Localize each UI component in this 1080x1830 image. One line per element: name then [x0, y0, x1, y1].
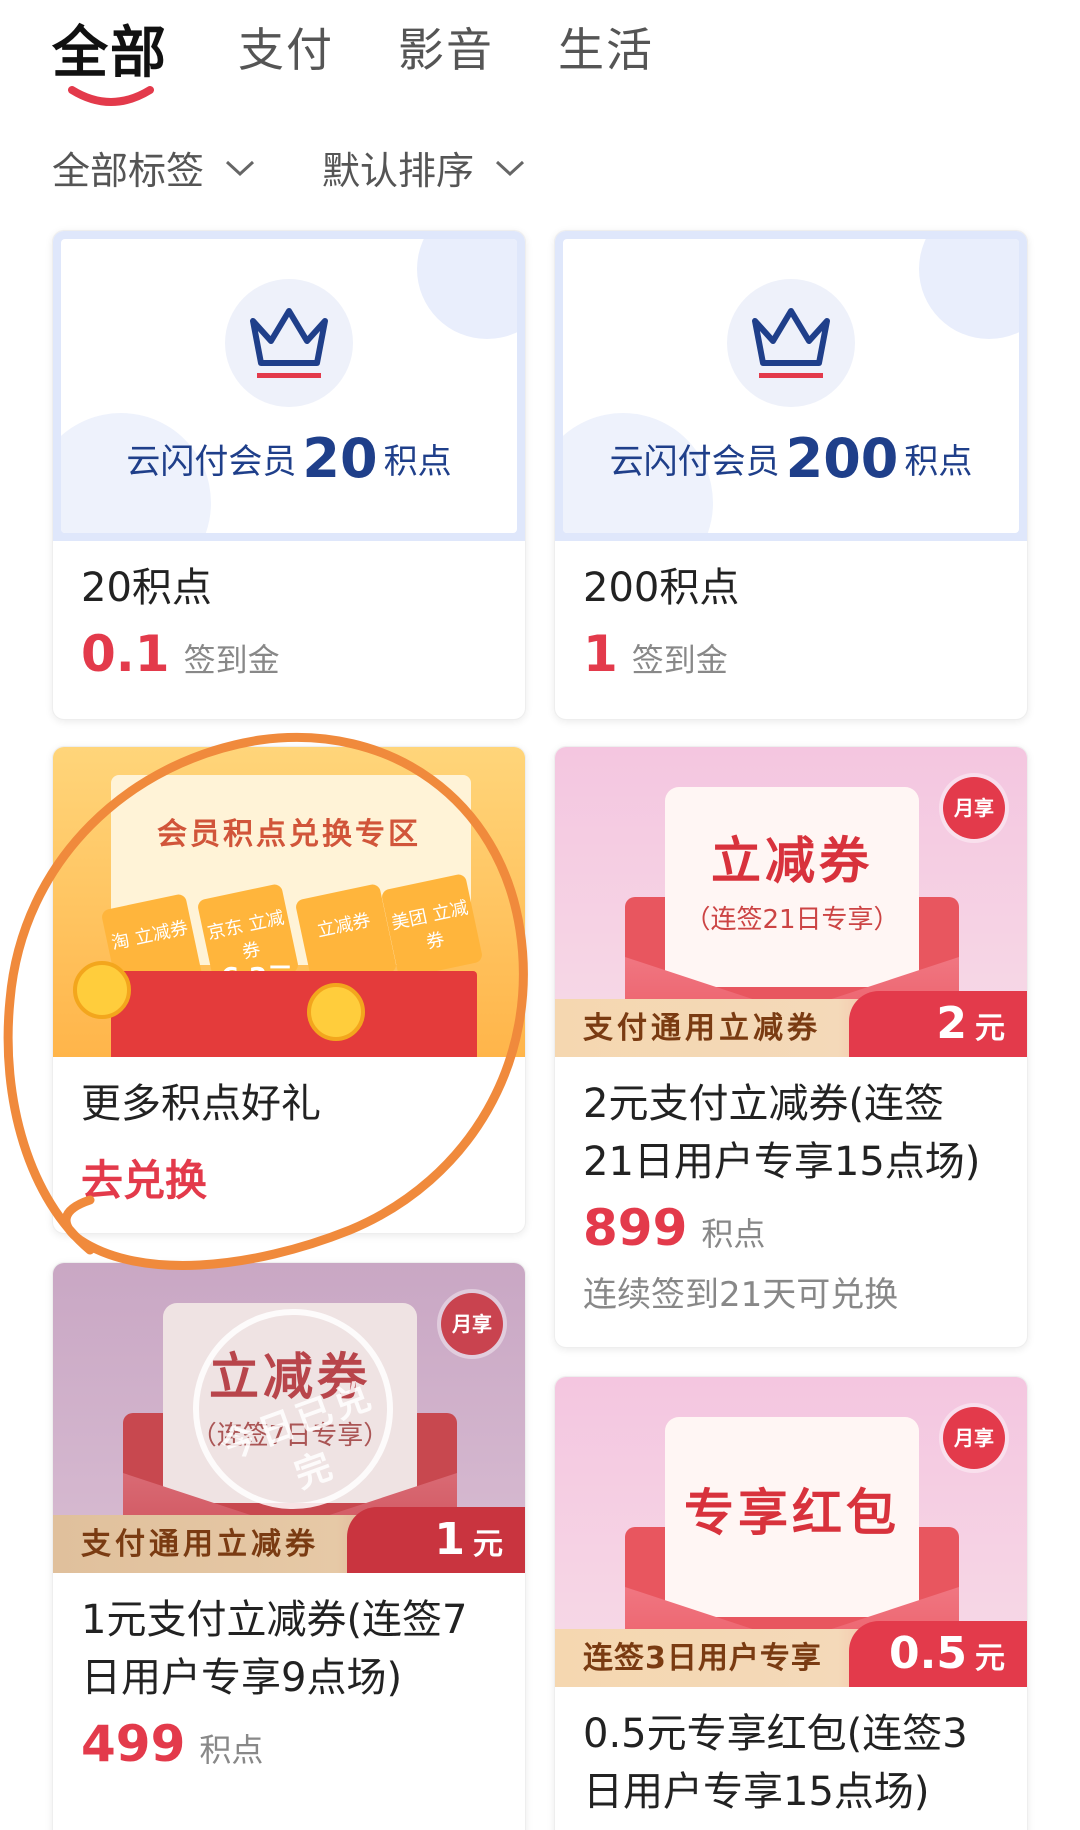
coupon-banner: 专享红包 月享 连签3日用户专享 0.5 元 — [555, 1377, 1027, 1687]
crown-icon — [225, 279, 353, 407]
chevron-down-icon — [225, 160, 255, 176]
card-title-line-1: 0.5元专享红包(连签3 — [583, 1711, 968, 1757]
price-unit: 积点 — [701, 1215, 766, 1253]
card-title-line-1: 1元支付立减券(连签7 — [81, 1597, 468, 1643]
price-unit: 签到金 — [631, 641, 728, 679]
coupon-card-2yuan[interactable]: 立减券 （连签21日专享） 月享 支付通用立减券 2元 2元支付立减券(连签 2… — [554, 746, 1028, 1348]
card-title-line-2: 21日用户专享15点场) — [583, 1139, 981, 1185]
tag-filter-dropdown[interactable]: 全部标签 — [52, 140, 256, 195]
ribbon-amount-tag: 0.5 元 — [849, 1621, 1027, 1687]
price-value: 0.1 — [81, 625, 170, 683]
coupon-banner: 立减券 （连签21日专享） 月享 支付通用立减券 2元 — [555, 747, 1027, 1057]
red-packet-card-0.5yuan[interactable]: 专享红包 月享 连签3日用户专享 0.5 元 0.5元专享红包(连签3 日用户专享… — [554, 1376, 1028, 1830]
price-unit: 签到金 — [183, 641, 280, 679]
ticket-subtitle: （连签21日专享） — [684, 905, 900, 935]
coupon-card-1yuan[interactable]: 立减券 （连签7日专享） 月享 今日已兑完 支付通用立减券 1元 1元支付立减券… — [52, 1262, 526, 1830]
active-tab-indicator — [68, 86, 154, 106]
tab-all[interactable]: 全部 — [52, 8, 168, 89]
chevron-down-icon — [495, 160, 525, 176]
member-banner: 云闪付会员 200 积点 — [555, 231, 1027, 541]
ticket-title: 立减券 — [711, 832, 873, 890]
price-value: 899 — [583, 1199, 688, 1257]
ribbon-label: 支付通用立减券 — [583, 1011, 821, 1046]
monthly-badge: 月享 — [441, 1293, 503, 1355]
tab-life[interactable]: 生活 — [558, 14, 654, 80]
exchange-zone-banner: 会员积点兑换专区 淘 立减券 京东 立减券 立减券 美团 立减券 6.2元 — [53, 747, 525, 1057]
crown-icon — [727, 279, 855, 407]
member-banner-text: 云闪付会员 200 积点 — [609, 427, 973, 490]
card-title: 20积点 — [81, 565, 212, 611]
tab-payment[interactable]: 支付 — [238, 14, 334, 80]
tab-media[interactable]: 影音 — [398, 14, 494, 80]
ribbon-label: 支付通用立减券 — [81, 1527, 319, 1562]
monthly-badge: 月享 — [943, 777, 1005, 839]
card-title: 200积点 — [583, 565, 740, 611]
product-card-20-points[interactable]: 云闪付会员 20 积点 20积点 0.1 签到金 — [52, 230, 526, 720]
price-value: 499 — [81, 1715, 186, 1773]
member-banner-text: 云闪付会员 20 积点 — [126, 427, 452, 490]
price-value: 1 — [583, 625, 618, 683]
card-title-line-2: 日用户专享9点场) — [81, 1655, 403, 1701]
member-banner: 云闪付会员 20 积点 — [53, 231, 525, 541]
card-title-line-2: 日用户专享15点场) — [583, 1769, 930, 1815]
category-tabs: 全部 支付 影音 生活 — [0, 0, 1080, 120]
mini-coupon: 美团 立减券 — [380, 873, 484, 979]
coupon-banner: 立减券 （连签7日专享） 月享 今日已兑完 支付通用立减券 1元 — [53, 1263, 525, 1573]
ribbon-label: 连签3日用户专享 — [583, 1641, 822, 1676]
coin-icon — [73, 961, 131, 1019]
ribbon-amount-tag: 2元 — [849, 991, 1027, 1057]
sort-label: 默认排序 — [322, 149, 475, 193]
exchange-zone-title: 会员积点兑换专区 — [157, 817, 421, 852]
card-title-line-1: 2元支付立减券(连签 — [583, 1081, 945, 1127]
monthly-badge: 月享 — [943, 1407, 1005, 1469]
card-title: 更多积点好礼 — [81, 1081, 321, 1127]
ribbon-amount-tag: 1元 — [347, 1507, 525, 1573]
exchange-condition: 连续签到21天可兑换 — [583, 1275, 899, 1315]
price-unit: 积点 — [199, 1731, 264, 1769]
sort-dropdown[interactable]: 默认排序 — [322, 140, 526, 195]
more-rewards-card[interactable]: 会员积点兑换专区 淘 立减券 京东 立减券 立减券 美团 立减券 6.2元 更多… — [52, 746, 526, 1234]
tag-filter-label: 全部标签 — [52, 149, 205, 193]
coin-icon — [307, 983, 365, 1041]
ticket-title: 专享红包 — [684, 1484, 900, 1542]
go-exchange-link[interactable]: 去兑换 — [81, 1147, 497, 1208]
product-card-200-points[interactable]: 云闪付会员 200 积点 200积点 1 签到金 — [554, 230, 1028, 720]
